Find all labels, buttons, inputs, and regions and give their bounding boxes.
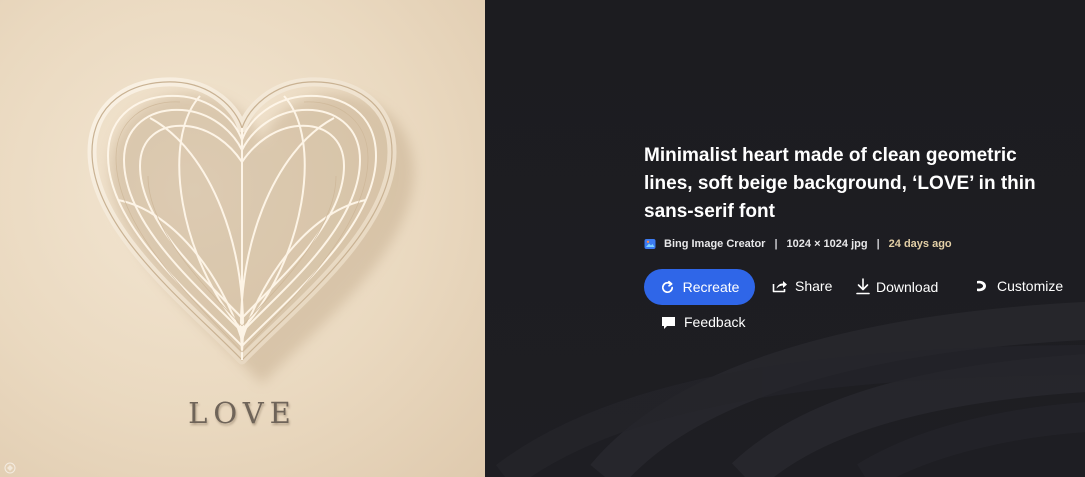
meta-separator: |	[876, 238, 880, 250]
image-dimensions: 1024 × 1024 jpg	[786, 238, 868, 250]
download-icon	[856, 278, 870, 295]
download-label: Download	[876, 278, 939, 295]
share-button[interactable]: Share	[772, 278, 832, 294]
recreate-label: Recreate	[682, 279, 740, 295]
love-caption: LOVE	[188, 396, 297, 430]
feedback-icon	[662, 316, 675, 329]
image-age: 24 days ago	[888, 238, 952, 250]
share-label: Share	[795, 278, 833, 294]
feedback-button[interactable]: Feedback	[661, 314, 745, 330]
bing-image-creator-icon	[644, 239, 656, 249]
image-meta: Bing Image Creator | 1024 × 1024 jpg | 2…	[644, 238, 952, 250]
image-title: Minimalist heart made of clean geometric…	[644, 145, 1036, 222]
meta-separator: |	[774, 238, 778, 250]
recreate-button[interactable]: Recreate	[644, 269, 755, 305]
feedback-label: Feedback	[684, 314, 746, 330]
generated-image[interactable]: LOVE	[0, 0, 485, 477]
creator-name: Bing Image Creator	[664, 238, 766, 250]
download-button[interactable]: Download	[856, 278, 938, 295]
watermark-icon	[4, 462, 16, 474]
designer-icon	[977, 280, 986, 292]
customize-button[interactable]: Customize	[975, 278, 1063, 294]
customize-label: Customize	[997, 278, 1064, 294]
image-details-panel: Minimalist heart made of clean geometric…	[485, 0, 1085, 477]
refresh-icon	[661, 280, 673, 293]
image-detail-view: LOVE Minimalist heart made of clean geom…	[0, 0, 1085, 477]
share-icon	[772, 281, 787, 293]
